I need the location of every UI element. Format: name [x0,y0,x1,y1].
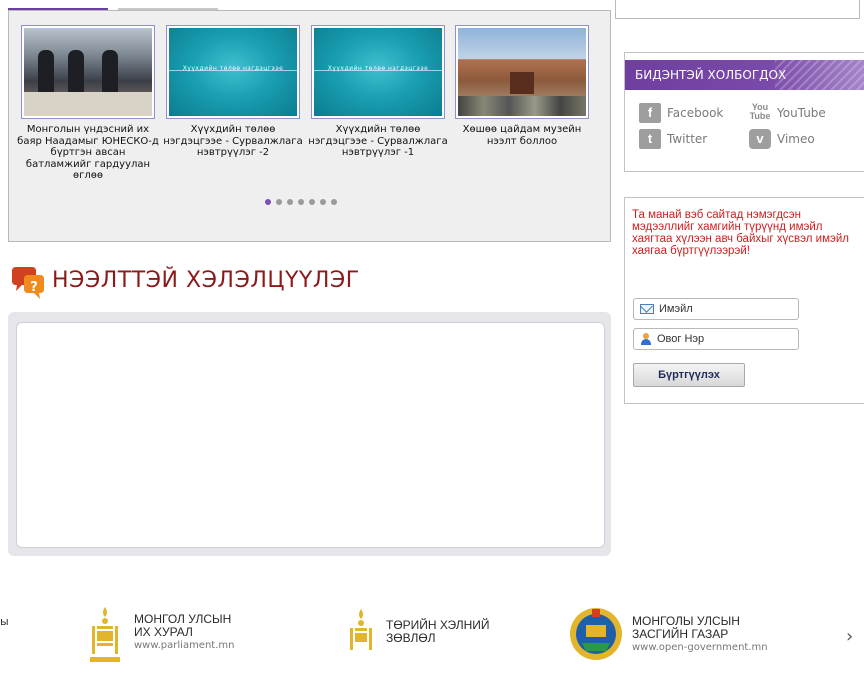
contact-widget: БИДЭНТЭЙ ХОЛБОГДОХ f Facebook You Tube Y… [624,52,864,172]
video-still-title: Хүүхдийн төлөө нэгдэцгээе [182,65,284,72]
carousel-next-icon[interactable]: › [846,626,853,647]
pagination-dot[interactable] [298,199,304,205]
gallery-thumbnail-2[interactable]: Хүүхдийн төлөө нэгдэцгээе [166,25,300,119]
right-box-remnant [615,0,860,19]
email-placeholder: Имэйл [659,303,693,315]
pagination-dot[interactable] [287,199,293,205]
pagination-dot[interactable] [276,199,282,205]
gallery-pagination [265,199,337,205]
gallery-caption-2[interactable]: Хүүхдийн төлөө нэгдэцгээе - Сурвалжлага … [162,124,304,159]
facebook-icon: f [639,103,661,123]
logo-url: www.open-government.mn [632,642,768,653]
logo-line-2: ЗӨВЛӨЛ [386,631,436,645]
contact-title: БИДЭНТЭЙ ХОЛБОГДОХ [635,68,787,82]
gallery-thumbnail-1[interactable] [21,25,155,119]
youtube-label: YouTube [777,106,826,120]
twitter-icon: t [639,129,661,149]
logo-line-2: ИХ ХУРАЛ [134,625,193,639]
soyombo-emblem-icon [90,607,120,662]
speech-bubbles-icon: ? [12,267,44,299]
envelope-icon [640,304,654,314]
youtube-link[interactable]: You Tube YouTube [749,103,826,123]
twitter-label: Twitter [667,132,708,146]
gallery-caption-3[interactable]: Хүүхдийн төлөө нэгдэцгээе - Сурвалжлага … [307,124,449,159]
partner-logo-government[interactable]: МОНГОЛЫ УЛСЫН ЗАСГИЙН ГАЗАР www.open-gov… [568,603,768,665]
logo-line-2: ЗАСГИЙН ГАЗАР [632,627,729,641]
partner-logo-parliament[interactable]: МОНГОЛ УЛСЫН ИХ ХУРАЛ www.parliament.mn [88,605,234,665]
name-field[interactable]: Овог Нэр [633,328,799,350]
partner-logo-language-council[interactable]: ТӨРИЙН ХЭЛНИЙ ЗӨВЛӨЛ [344,605,490,665]
pagination-dot[interactable] [320,199,326,205]
section-title: НЭЭЛТТЭЙ ХЭЛЭЛЦҮҮЛЭГ [52,268,360,293]
video-still-title: Хүүхдийн төлөө нэгдэцгээе [327,65,429,72]
soyombo-emblem-icon [350,609,372,650]
gallery-caption-4[interactable]: Хөшөө цайдам музейн нээлт боллоо [451,124,593,147]
contact-header: БИДЭНТЭЙ ХОЛБОГДОХ [625,60,864,90]
email-field[interactable]: Имэйл [633,298,799,320]
register-button[interactable]: Бүртгүүлэх [633,363,745,387]
ceremony-photo [24,28,152,116]
video-still: Хүүхдийн төлөө нэгдэцгээе [169,28,297,116]
vimeo-link[interactable]: v Vimeo [749,129,815,149]
museum-photo [458,28,586,116]
vimeo-label: Vimeo [777,132,815,146]
media-gallery: Монголын үндэсний их баяр Наадамыг ЮНЕСК… [8,10,611,242]
partner-logo-fragment[interactable]: ы [0,615,9,628]
video-still: Хүүхдийн төлөө нэгдэцгээе [314,28,442,116]
pagination-dot[interactable] [309,199,315,205]
gallery-thumbnail-4[interactable] [455,25,589,119]
pagination-dot[interactable] [331,199,337,205]
youtube-icon: You Tube [749,102,771,121]
subscribe-widget: Та манай вэб сайтад нэмэгдсэн мэдээллийг… [624,197,864,404]
gallery-caption-1[interactable]: Монголын үндэсний их баяр Наадамыг ЮНЕСК… [17,124,159,182]
state-emblem-icon [570,608,622,660]
pagination-dot[interactable] [265,199,271,205]
name-placeholder: Овог Нэр [657,333,705,345]
discussion-content-area [16,322,605,548]
facebook-link[interactable]: f Facebook [639,103,723,123]
gallery-thumbnail-3[interactable]: Хүүхдийн төлөө нэгдэцгээе [311,25,445,119]
user-icon [640,333,652,345]
vimeo-icon: v [749,129,771,149]
subscribe-message: Та манай вэб сайтад нэмэгдсэн мэдээллийг… [632,209,849,257]
svg-text:?: ? [30,280,38,295]
logo-url: www.parliament.mn [134,640,235,651]
facebook-label: Facebook [667,106,724,120]
twitter-link[interactable]: t Twitter [639,129,707,149]
